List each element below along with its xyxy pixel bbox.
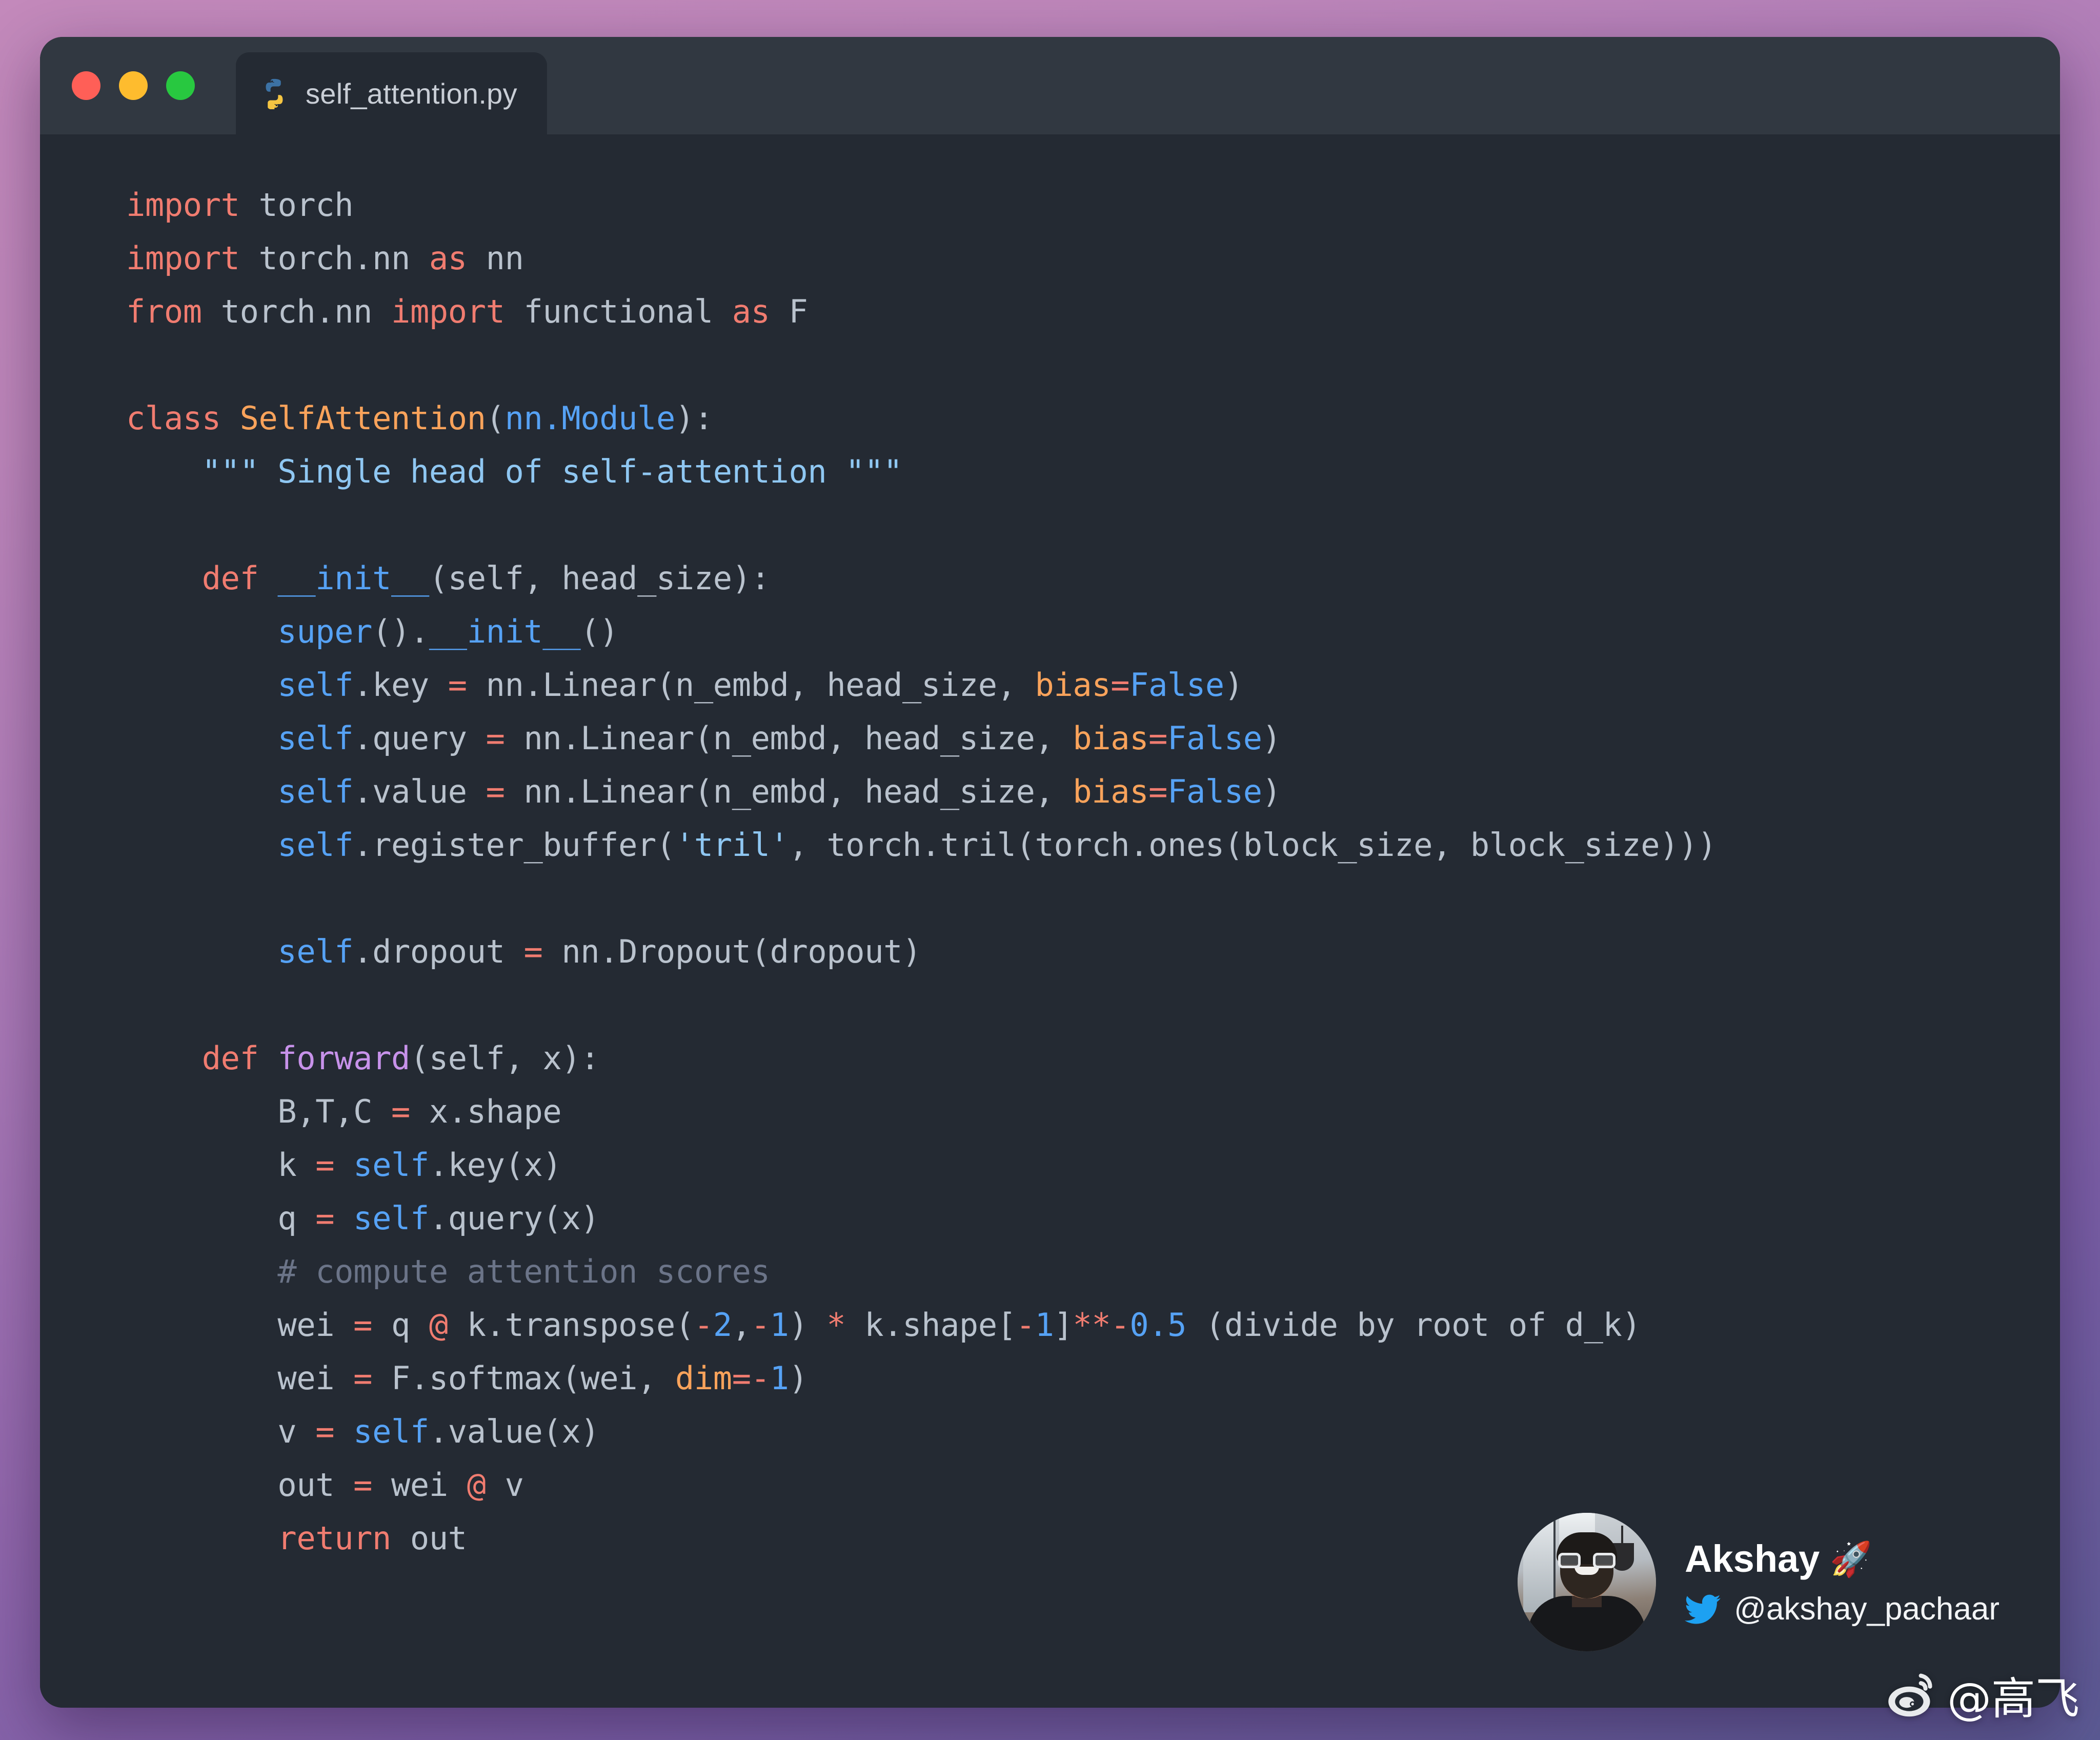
weibo-icon: [1888, 1673, 1932, 1716]
author-profile-card: Akshay 🚀 @akshay_pachaar: [1518, 1513, 2000, 1651]
author-handle-row[interactable]: @akshay_pachaar: [1685, 1591, 2000, 1627]
author-name: Akshay: [1685, 1537, 1820, 1580]
avatar: [1518, 1513, 1657, 1651]
code-content-area[interactable]: import torch import torch.nn as nn from …: [40, 134, 2060, 1708]
weibo-handle: @高飞: [1947, 1673, 2079, 1725]
author-info: Akshay 🚀 @akshay_pachaar: [1685, 1537, 2000, 1627]
twitter-bird-icon: [1685, 1594, 1721, 1624]
minimize-button[interactable]: [119, 71, 148, 100]
code-editor-window: self_attention.py import torch import to…: [40, 37, 2060, 1708]
author-name-row: Akshay 🚀: [1685, 1537, 2000, 1581]
close-button[interactable]: [72, 71, 100, 100]
twitter-handle: @akshay_pachaar: [1734, 1591, 2000, 1627]
file-tab-label: self_attention.py: [306, 77, 517, 110]
python-icon: [266, 78, 283, 109]
file-tab-self-attention[interactable]: self_attention.py: [236, 52, 547, 134]
rocket-icon: 🚀: [1830, 1539, 1872, 1578]
maximize-button[interactable]: [166, 71, 195, 100]
source-code-block: import torch import torch.nn as nn from …: [126, 186, 1717, 1557]
weibo-watermark: @高飞: [1887, 1663, 2079, 1727]
traffic-light-buttons: [72, 71, 195, 100]
title-bar: self_attention.py: [40, 37, 2060, 134]
